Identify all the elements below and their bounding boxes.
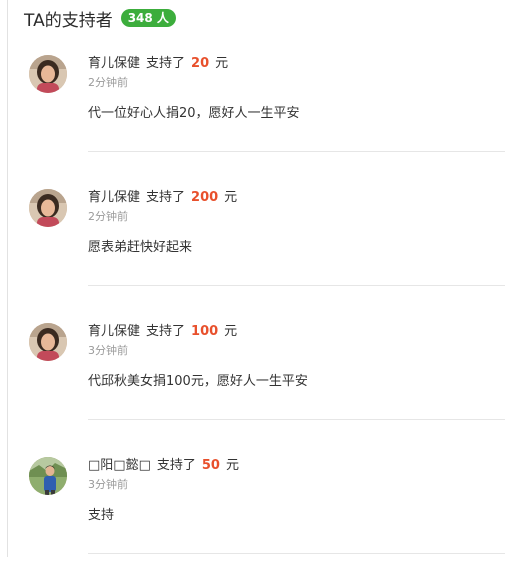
supporter-item: 育儿保健 支持了 100 元 3分钟前 代邱秋美女捐100元，愿好人一生平安: [0, 308, 505, 442]
support-time: 3分钟前: [88, 344, 128, 357]
support-time: 3分钟前: [88, 478, 128, 491]
support-amount: 20: [191, 56, 210, 71]
currency-unit: 元: [225, 458, 239, 473]
supporter-name[interactable]: 育儿保健: [88, 186, 140, 205]
support-time: 2分钟前: [88, 76, 128, 89]
divider: [88, 553, 505, 554]
support-message: 愿表弟赶快好起来: [88, 240, 193, 255]
supporter-count-badge: 348 人: [120, 9, 176, 27]
page-title: TA的支持者: [24, 10, 113, 31]
avatar[interactable]: [29, 323, 67, 361]
currency-unit: 元: [224, 324, 238, 339]
divider: [88, 151, 505, 152]
supporter-name[interactable]: 育儿保健: [88, 52, 140, 71]
support-verb: 支持了: [156, 458, 196, 473]
supporters-header: TA的支持者 348 人: [24, 6, 176, 31]
supporter-summary: 育儿保健 支持了 100 元: [88, 320, 237, 339]
supporter-name[interactable]: □阳□懿□: [88, 454, 151, 473]
woman-avatar-icon: [29, 189, 67, 227]
support-amount: 200: [191, 190, 219, 205]
avatar[interactable]: [29, 457, 67, 495]
support-message: 代一位好心人捐20，愿好人一生平安: [88, 106, 300, 121]
supporter-item: 育儿保健 支持了 20 元 2分钟前 代一位好心人捐20，愿好人一生平安: [0, 40, 505, 174]
divider: [88, 285, 505, 286]
support-amount: 100: [191, 324, 219, 339]
supporter-summary: 育儿保健 支持了 200 元: [88, 186, 237, 205]
support-verb: 支持了: [146, 190, 186, 205]
person-outdoor-avatar-icon: [29, 457, 67, 495]
supporter-summary: 育儿保健 支持了 20 元: [88, 52, 228, 71]
supporter-name[interactable]: 育儿保健: [88, 320, 140, 339]
woman-avatar-icon: [29, 55, 67, 93]
currency-unit: 元: [224, 190, 238, 205]
support-time: 2分钟前: [88, 210, 128, 223]
avatar[interactable]: [29, 189, 67, 227]
woman-avatar-icon: [29, 323, 67, 361]
currency-unit: 元: [215, 56, 229, 71]
support-amount: 50: [201, 458, 220, 473]
support-verb: 支持了: [146, 324, 186, 339]
divider: [88, 419, 505, 420]
support-message: 支持: [88, 508, 115, 523]
supporter-item: 育儿保健 支持了 200 元 2分钟前 愿表弟赶快好起来: [0, 174, 505, 308]
support-verb: 支持了: [146, 56, 186, 71]
supporter-item: □阳□懿□ 支持了 50 元 3分钟前 支持: [0, 442, 505, 576]
supporter-summary: □阳□懿□ 支持了 50 元: [88, 454, 239, 473]
avatar[interactable]: [29, 55, 67, 93]
support-message: 代邱秋美女捐100元，愿好人一生平安: [88, 374, 308, 389]
